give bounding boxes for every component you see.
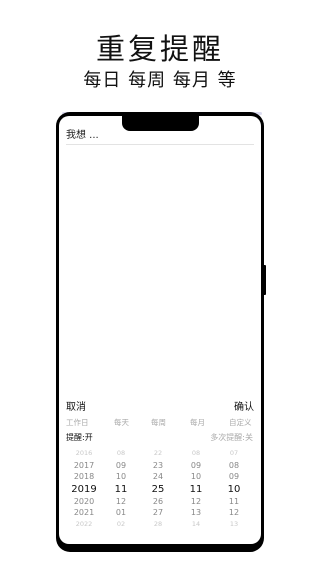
picker-column-year[interactable]: 2016 2017 2018 2019 2020 2021 2022 bbox=[65, 448, 103, 544]
repeat-option-daily[interactable]: 每天 bbox=[114, 417, 129, 428]
repeat-options: 工作日 每天 每周 每月 自定义 bbox=[59, 417, 261, 431]
repeat-option-workday[interactable]: 工作日 bbox=[66, 417, 89, 428]
picker-column-hour[interactable]: 08 09 10 11 12 13 14 bbox=[177, 448, 215, 544]
picker-minute-option[interactable]: 08 bbox=[215, 460, 253, 472]
picker-month-option[interactable]: 09 bbox=[103, 460, 139, 472]
picker-column-day[interactable]: 22 23 24 25 26 27 28 bbox=[139, 448, 177, 544]
repeat-option-custom[interactable]: 自定义 bbox=[229, 417, 252, 428]
cancel-button[interactable]: 取消 bbox=[66, 398, 86, 413]
picker-minute-option[interactable]: 09 bbox=[215, 471, 253, 483]
repeat-option-monthly[interactable]: 每月 bbox=[190, 417, 205, 428]
multi-reminder-toggle[interactable]: 多次提醒:关 bbox=[210, 432, 253, 443]
picker-month-option[interactable]: 02 bbox=[103, 519, 139, 531]
picker-year-option[interactable]: 2019 bbox=[65, 483, 103, 496]
phone-side-button bbox=[263, 265, 266, 295]
picker-year-option[interactable]: 2020 bbox=[65, 496, 103, 508]
reminder-toggle[interactable]: 提醒:开 bbox=[66, 432, 93, 443]
picker-year-option[interactable]: 2017 bbox=[65, 460, 103, 472]
picker-year-option[interactable]: 2021 bbox=[65, 507, 103, 519]
picker-day-option[interactable]: 22 bbox=[139, 448, 177, 460]
picker-column-month[interactable]: 08 09 10 11 12 01 02 bbox=[103, 448, 139, 544]
picker-day-option[interactable]: 25 bbox=[139, 483, 177, 496]
picker-minute-option[interactable]: 07 bbox=[215, 448, 253, 460]
picker-column-minute[interactable]: 07 08 09 10 11 12 13 bbox=[215, 448, 253, 544]
datetime-picker[interactable]: 2016 2017 2018 2019 2020 2021 2022 08 09 10 11 12 0… bbox=[59, 448, 261, 544]
picker-day-option[interactable]: 27 bbox=[139, 507, 177, 519]
picker-month-option[interactable]: 08 bbox=[103, 448, 139, 460]
picker-day-option[interactable]: 26 bbox=[139, 496, 177, 508]
picker-hour-option[interactable]: 09 bbox=[177, 460, 215, 472]
picker-month-option[interactable]: 12 bbox=[103, 496, 139, 508]
picker-day-option[interactable]: 28 bbox=[139, 519, 177, 531]
picker-month-option[interactable]: 10 bbox=[103, 471, 139, 483]
picker-hour-option[interactable]: 10 bbox=[177, 471, 215, 483]
picker-day-option[interactable]: 23 bbox=[139, 460, 177, 472]
picker-hour-option[interactable]: 08 bbox=[177, 448, 215, 460]
promo-subline: 每日 每周 每月 等 bbox=[83, 70, 237, 91]
picker-year-option[interactable]: 2018 bbox=[65, 471, 103, 483]
picker-minute-option[interactable]: 13 bbox=[215, 519, 253, 531]
picker-hour-option[interactable]: 11 bbox=[177, 483, 215, 496]
picker-minute-option[interactable]: 12 bbox=[215, 507, 253, 519]
picker-month-option[interactable]: 11 bbox=[103, 483, 139, 496]
reminder-row: 提醒:开 多次提醒:关 bbox=[59, 432, 261, 445]
picker-year-option[interactable]: 2022 bbox=[65, 519, 103, 531]
picker-day-option[interactable]: 24 bbox=[139, 471, 177, 483]
confirm-button[interactable]: 确认 bbox=[234, 398, 254, 413]
phone-screen: 我想 ... 取消 确认 工作日 每天 每周 每月 自定义 提醒:开 多次提醒:… bbox=[59, 116, 261, 544]
picker-hour-option[interactable]: 12 bbox=[177, 496, 215, 508]
picker-hour-option[interactable]: 14 bbox=[177, 519, 215, 531]
note-input[interactable]: 我想 ... bbox=[66, 128, 254, 145]
picker-hour-option[interactable]: 13 bbox=[177, 507, 215, 519]
picker-minute-option[interactable]: 11 bbox=[215, 496, 253, 508]
picker-year-option[interactable]: 2016 bbox=[65, 448, 103, 460]
picker-month-option[interactable]: 01 bbox=[103, 507, 139, 519]
promo-headline: 重复提醒 bbox=[95, 32, 224, 66]
repeat-option-weekly[interactable]: 每周 bbox=[151, 417, 166, 428]
action-bar: 取消 确认 bbox=[59, 398, 261, 414]
picker-minute-option[interactable]: 10 bbox=[215, 483, 253, 496]
